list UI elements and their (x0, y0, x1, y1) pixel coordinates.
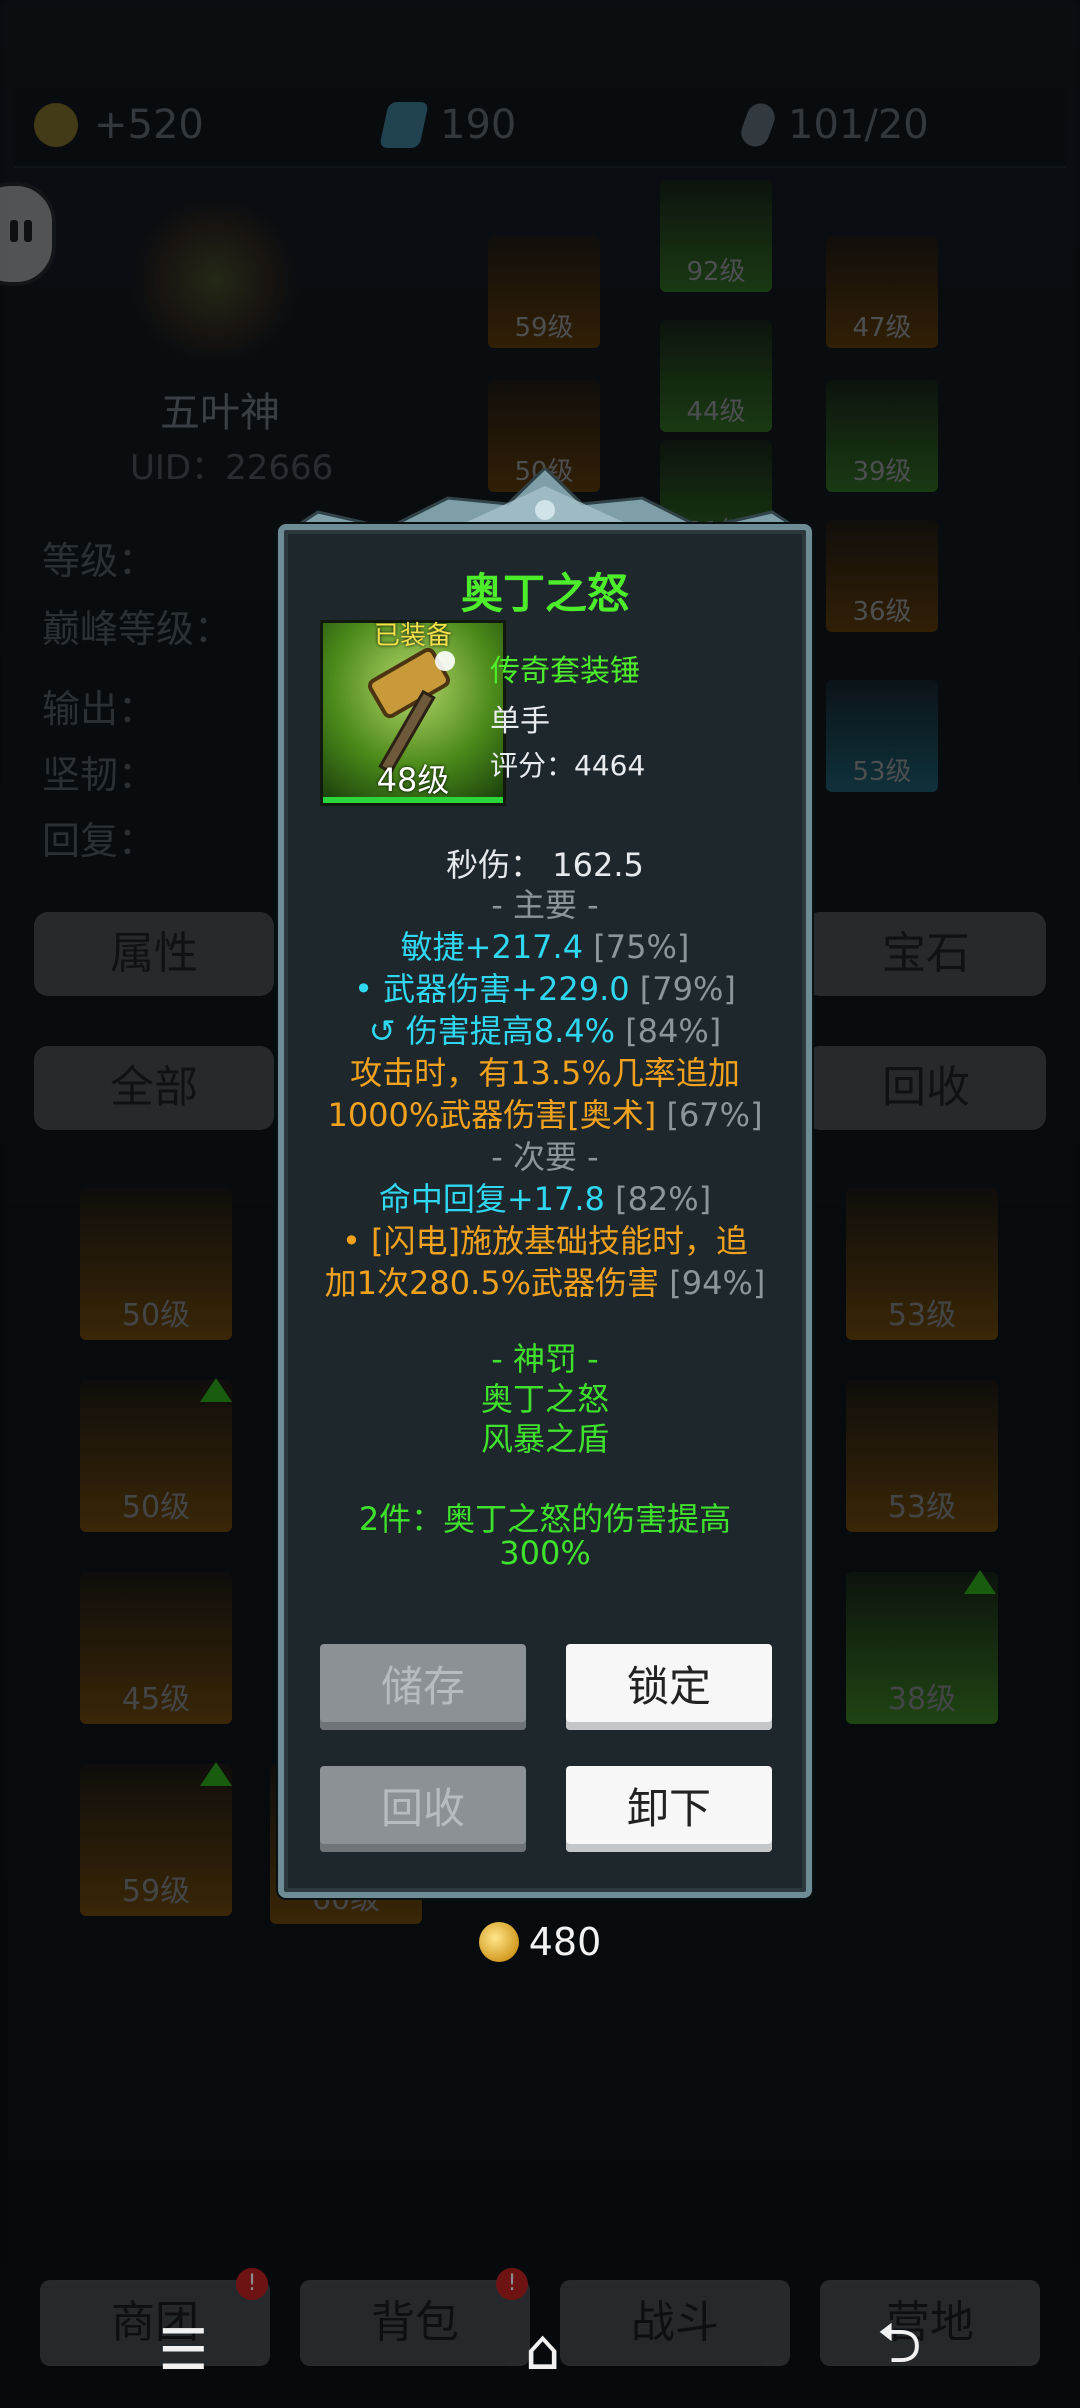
primary-stat-2: • 武器伤害+229.0 [79%] (354, 970, 736, 1008)
price-value: 480 (528, 1920, 602, 1964)
item-level: 48级 (376, 761, 450, 799)
unequip-button[interactable]: 卸下 (566, 1766, 772, 1852)
item-detail-dialog: 奥丁之怒 已装备 48级 传奇套装锤 单手 评分：4464 秒伤： 162.5 … (278, 524, 812, 1898)
equipped-tag: 已装备 (373, 621, 452, 651)
store-button[interactable]: 储存 (320, 1644, 526, 1730)
primary-stat-1: 敏捷+217.4 [75%] (400, 928, 690, 966)
primary-header: - 主要 - (491, 886, 599, 924)
secondary-header: - 次要 - (491, 1138, 599, 1176)
item-name: 奥丁之怒 (460, 569, 629, 618)
sell-price: 480 (0, 1920, 1080, 1964)
lock-button[interactable]: 锁定 (566, 1644, 772, 1730)
system-nav-bar: ☰ ⌂ ⮌ (0, 2300, 1080, 2400)
item-score: 评分：4464 (490, 749, 646, 782)
secondary-stat-1: 命中回复+17.8 [82%] (378, 1180, 712, 1218)
item-type: 传奇套装锤 (490, 654, 640, 689)
primary-proc-line-2: 1000%武器伤害[奥术] [67%] (327, 1096, 763, 1134)
item-level-bar (323, 797, 503, 803)
primary-proc-line-1: 攻击时，有13.5%几率追加 (350, 1054, 740, 1092)
secondary-stat-2-line-1: • [闪电]施放基础技能时，追 (341, 1222, 749, 1260)
home-icon[interactable]: ⌂ (525, 2318, 561, 2383)
recycle-button[interactable]: 回收 (320, 1766, 526, 1852)
menu-icon[interactable]: ☰ (158, 2318, 208, 2383)
item-icon-box: 已装备 48级 (320, 620, 506, 806)
item-hand: 单手 (490, 704, 550, 739)
primary-stat-3: ↺ 伤害提高8.4% [84%] (368, 1012, 722, 1050)
set-item-2: 风暴之盾 (480, 1420, 609, 1458)
secondary-stat-2-line-2: 加1次280.5%武器伤害 [94%] (324, 1264, 766, 1302)
gold-coin-icon (478, 1922, 519, 1962)
back-icon[interactable]: ⮌ (877, 2303, 922, 2398)
set-bonus-line-2: 300% (499, 1534, 591, 1572)
